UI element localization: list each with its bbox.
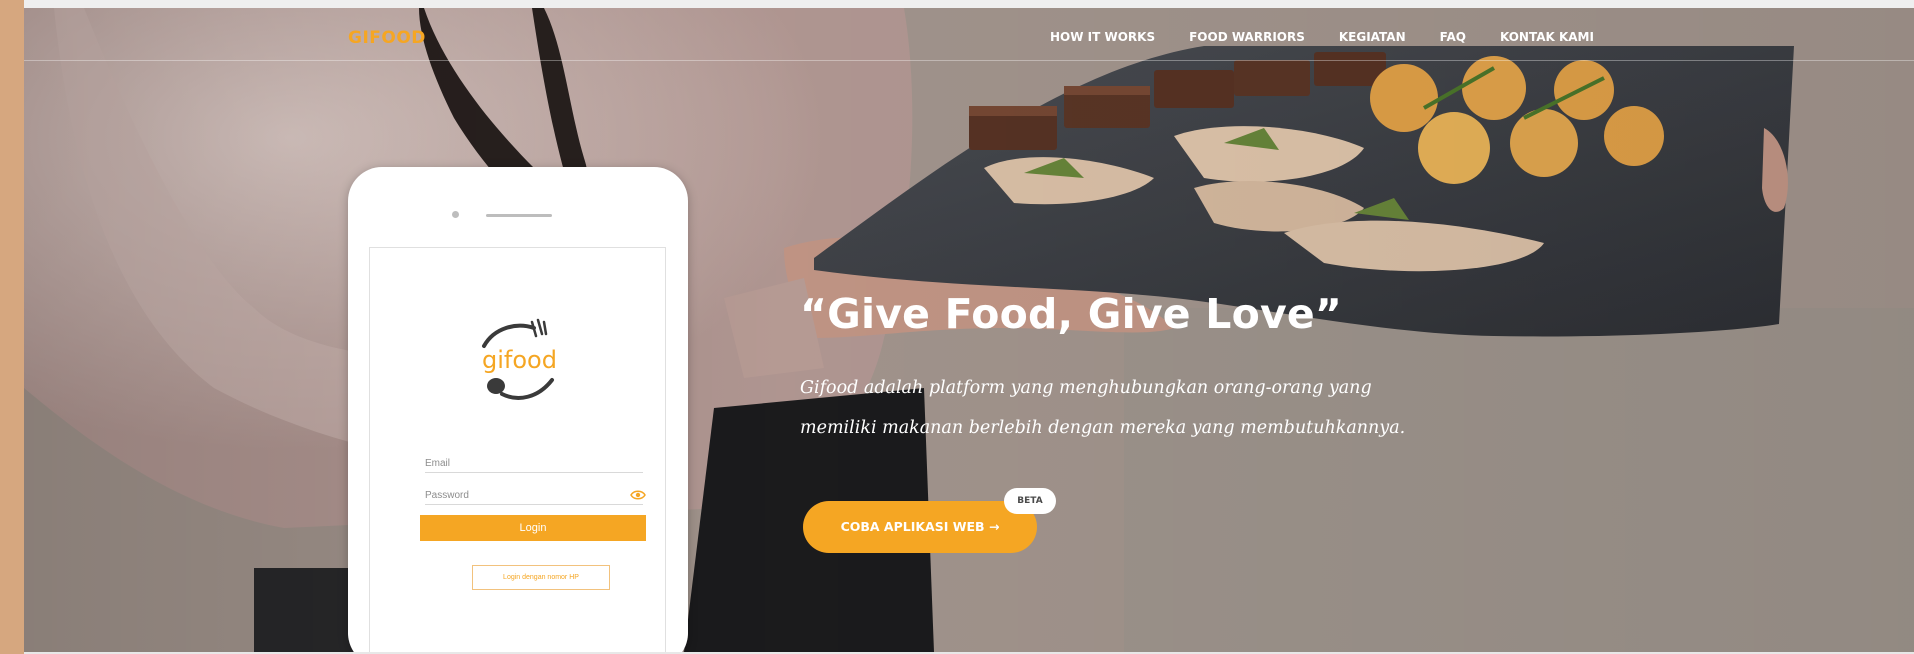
hero-subtext-line-2: memiliki makanan berlebih dengan mereka … (800, 418, 1406, 438)
site-logo[interactable]: GIFOOD (348, 28, 426, 48)
hero-headline: “Give Food, Give Love” (800, 290, 1343, 338)
nav-kontak-kami[interactable]: KONTAK KAMI (1500, 30, 1594, 44)
phone-speaker (486, 214, 552, 217)
phone-camera (452, 211, 459, 218)
phone-screen: gifood Email Password Login Login dengan… (369, 247, 666, 652)
cta-web-app-button[interactable]: COBA APLIKASI WEB → (803, 501, 1037, 553)
password-label: Password (425, 490, 469, 501)
fork-icon (482, 318, 548, 348)
email-field[interactable] (425, 472, 643, 473)
phone-mockup: gifood Email Password Login Login dengan… (348, 167, 688, 652)
login-button[interactable]: Login (420, 515, 646, 541)
beta-badge: BETA (1004, 488, 1056, 514)
nav-divider (24, 60, 1914, 61)
app-logo: gifood (482, 318, 557, 400)
hero-section: GIFOOD HOW IT WORKS FOOD WARRIORS KEGIAT… (24, 8, 1914, 652)
nav-food-warriors[interactable]: FOOD WARRIORS (1189, 30, 1305, 44)
nav-how-it-works[interactable]: HOW IT WORKS (1050, 30, 1155, 44)
spoon-icon (487, 378, 554, 400)
password-field[interactable] (425, 504, 643, 505)
eye-icon[interactable] (630, 489, 646, 501)
hero-subtext-line-1: Gifood adalah platform yang menghubungka… (800, 378, 1372, 398)
login-otp-button[interactable]: Login dengan nomor HP (472, 565, 610, 590)
app-logo-text: gifood (482, 346, 557, 374)
nav-kegiatan[interactable]: KEGIATAN (1339, 30, 1406, 44)
left-edge-strip (0, 0, 24, 654)
top-edge-strip (24, 0, 1914, 8)
main-nav: HOW IT WORKS FOOD WARRIORS KEGIATAN FAQ … (1050, 30, 1628, 44)
email-label: Email (425, 458, 451, 469)
nav-faq[interactable]: FAQ (1440, 30, 1466, 44)
hero-subtext: Gifood adalah platform yang menghubungka… (800, 368, 1560, 448)
